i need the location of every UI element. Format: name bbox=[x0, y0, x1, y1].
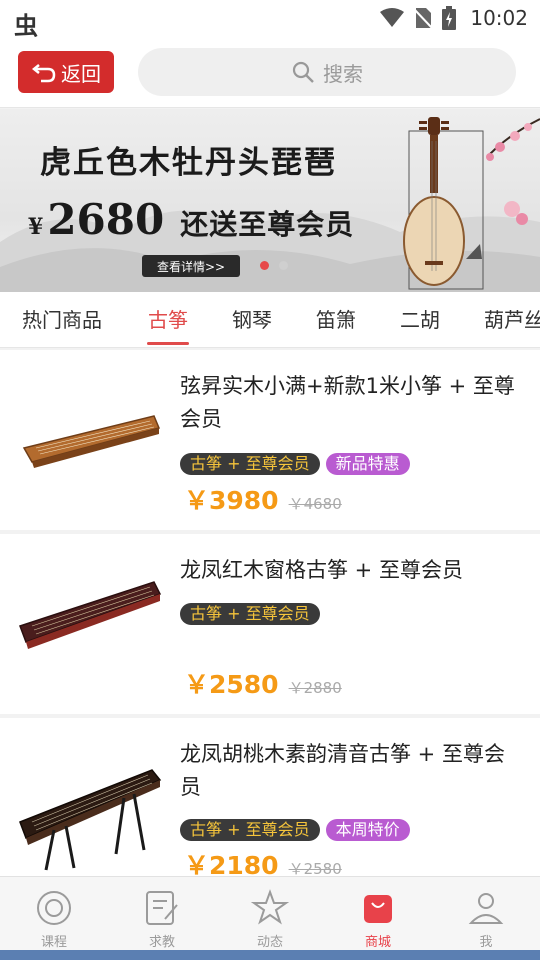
view-details-button[interactable]: 查看详情>> bbox=[142, 255, 240, 277]
status-bar: 虫 10:02 bbox=[0, 0, 540, 40]
product-name: 弦昇实木小满+新款1米小筝 + 至尊会员 bbox=[180, 374, 515, 431]
product-card[interactable]: 龙凤红木窗格古筝 + 至尊会员 古筝 + 至尊会员 ￥2580 ￥2880 bbox=[0, 534, 540, 714]
product-image bbox=[22, 415, 161, 468]
host-taskbar bbox=[0, 950, 540, 960]
price-row: ￥3980 ￥4680 bbox=[184, 481, 342, 517]
active-tab-indicator bbox=[147, 342, 189, 345]
nav-me[interactable]: 我 bbox=[446, 889, 526, 950]
banner-price-line: ¥ 2680 还送至尊会员 bbox=[28, 195, 354, 244]
no-sim-icon bbox=[414, 8, 433, 29]
category-tabs: 热门商品 古筝 钢琴 笛箫 二胡 葫芦丝 bbox=[0, 292, 540, 348]
search-placeholder: 搜索 bbox=[323, 61, 363, 86]
product-image bbox=[19, 769, 162, 871]
carousel-dot[interactable] bbox=[279, 261, 288, 270]
nav-courses[interactable]: 课程 bbox=[14, 889, 94, 950]
product-tag: 本周特价 bbox=[325, 819, 410, 841]
nav-moments[interactable]: 动态 bbox=[230, 889, 310, 950]
nav-label: 商城 bbox=[364, 935, 391, 950]
product-tag: 古筝 + 至尊会员 bbox=[180, 603, 320, 625]
edit-note-icon bbox=[146, 891, 178, 925]
top-bar: 返回 搜索 bbox=[0, 38, 540, 108]
user-icon bbox=[468, 893, 504, 924]
product-original-price: ￥4680 bbox=[288, 495, 342, 513]
product-name: 龙凤胡桃木素韵清音古筝 + 至尊会员 bbox=[180, 742, 505, 799]
carousel-dot-active[interactable] bbox=[260, 261, 269, 270]
product-tag: 古筝 + 至尊会员 bbox=[180, 819, 320, 841]
nav-label: 动态 bbox=[256, 935, 283, 950]
disc-icon bbox=[37, 891, 71, 925]
wifi-icon bbox=[380, 8, 405, 27]
product-tags: 古筝 + 至尊会员 本周特价 bbox=[180, 819, 410, 841]
system-icons: 10:02 bbox=[380, 6, 528, 30]
nav-label: 求教 bbox=[148, 935, 175, 950]
banner-promo: 还送至尊会员 bbox=[180, 208, 355, 241]
search-icon bbox=[292, 61, 314, 83]
product-name: 龙凤红木窗格古筝 + 至尊会员 bbox=[180, 558, 463, 582]
tab-hulusi[interactable]: 葫芦丝 bbox=[484, 304, 540, 333]
star-icon bbox=[251, 889, 289, 925]
tab-flute[interactable]: 笛箫 bbox=[316, 304, 356, 333]
product-tag: 新品特惠 bbox=[325, 453, 410, 475]
product-tag: 古筝 + 至尊会员 bbox=[180, 453, 320, 475]
nav-ask[interactable]: 求教 bbox=[122, 889, 202, 950]
tab-hot-products[interactable]: 热门商品 bbox=[22, 304, 102, 333]
banner-price: 2680 bbox=[47, 195, 165, 244]
price-row: ￥2580 ￥2880 bbox=[184, 665, 342, 701]
tab-erhu[interactable]: 二胡 bbox=[400, 304, 440, 333]
back-label: 返回 bbox=[61, 61, 101, 86]
tab-guzheng[interactable]: 古筝 bbox=[148, 304, 188, 333]
nav-label: 我 bbox=[479, 935, 493, 950]
app-notification-icon: 虫 bbox=[14, 12, 38, 40]
banner-title: 虎丘色木牡丹头琵琶 bbox=[40, 145, 337, 181]
product-original-price: ￥2880 bbox=[288, 679, 342, 697]
bottom-navigation: 课程 求教 动态 商城 我 bbox=[0, 876, 540, 960]
product-tags: 古筝 + 至尊会员 新品特惠 bbox=[180, 453, 410, 475]
nav-label: 课程 bbox=[40, 935, 67, 950]
product-image bbox=[19, 581, 162, 649]
banner-currency: ¥ bbox=[28, 214, 44, 240]
back-arrow-icon bbox=[31, 64, 56, 83]
nav-mall[interactable]: 商城 bbox=[338, 889, 418, 950]
search-input[interactable]: 搜索 bbox=[138, 48, 516, 96]
product-tags: 古筝 + 至尊会员 bbox=[180, 603, 320, 625]
shopping-bag-icon bbox=[364, 895, 392, 923]
clock: 10:02 bbox=[470, 6, 528, 30]
promo-banner[interactable]: 虎丘色木牡丹头琵琶 ¥ 2680 还送至尊会员 查看详情>> bbox=[0, 109, 540, 292]
product-price: ￥2580 bbox=[184, 670, 279, 699]
product-card[interactable]: 龙凤胡桃木素韵清音古筝 + 至尊会员 古筝 + 至尊会员 本周特价 ￥2180 … bbox=[0, 718, 540, 880]
plum-blossom-decoration bbox=[466, 118, 540, 259]
battery-charging-icon bbox=[442, 6, 457, 30]
tab-piano[interactable]: 钢琴 bbox=[232, 304, 272, 333]
product-card[interactable]: 弦昇实木小满+新款1米小筝 + 至尊会员 古筝 + 至尊会员 新品特惠 ￥398… bbox=[0, 350, 540, 530]
product-price: ￥3980 bbox=[184, 486, 279, 515]
back-button[interactable]: 返回 bbox=[18, 51, 114, 93]
